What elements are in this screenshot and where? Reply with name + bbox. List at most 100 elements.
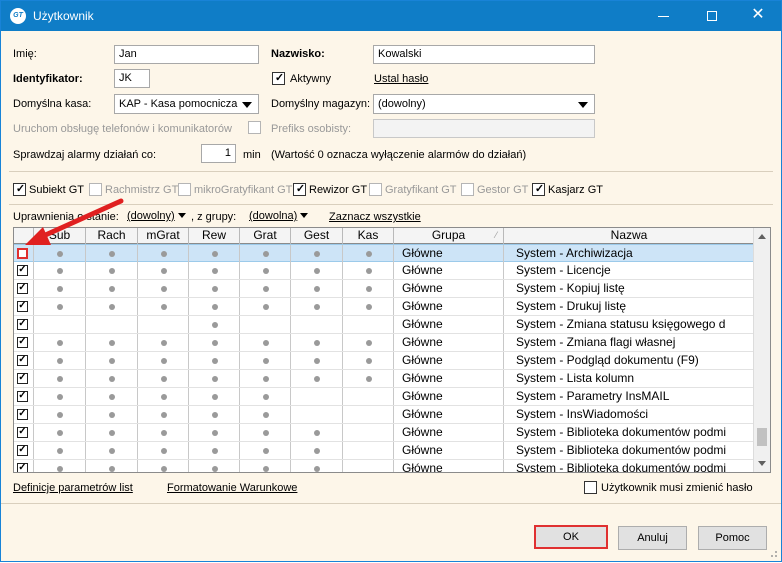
module-cell — [138, 262, 189, 279]
table-row[interactable]: ✓ Główne System - Parametry InsMAIL — [14, 388, 754, 406]
title-bar[interactable]: GT Użytkownik ✕ — [1, 1, 781, 31]
row-checkbox[interactable] — [17, 248, 28, 259]
table-row[interactable]: ✓ Główne System - Biblioteka dokumentów po… — [14, 424, 754, 442]
dropdown-arrow-icon — [300, 213, 309, 218]
module-cell — [34, 424, 86, 441]
active-checkbox[interactable]: ✓ — [272, 72, 285, 85]
module-cell — [34, 280, 86, 297]
default-cashbox-select[interactable]: KAP - Kasa pomocnicza — [114, 94, 259, 114]
column-header-mgrat[interactable]: mGrat — [138, 228, 189, 244]
availability-dot-icon — [366, 358, 372, 364]
column-header-check[interactable] — [14, 228, 34, 244]
availability-dot-icon — [314, 286, 320, 292]
module-label-rachmistrz: Rachmistrz GT — [105, 184, 179, 196]
column-header-sub[interactable]: Sub — [34, 228, 86, 244]
module-cell — [34, 352, 86, 369]
row-checkbox[interactable]: ✓ — [17, 408, 28, 420]
row-checkbox[interactable]: ✓ — [17, 390, 28, 402]
row-checkbox[interactable]: ✓ — [17, 300, 28, 312]
module-checkbox-gratyfikant[interactable] — [369, 183, 382, 196]
table-row[interactable]: ✓ Główne System - Kopiuj listę — [14, 280, 754, 298]
module-cell — [138, 370, 189, 387]
table-row[interactable]: ✓ Główne System - Zmiana flagi własnej — [14, 334, 754, 352]
row-checkbox[interactable]: ✓ — [17, 462, 28, 472]
first-name-input[interactable]: Jan — [114, 45, 259, 64]
column-header-rach[interactable]: Rach — [86, 228, 138, 244]
table-row[interactable]: ✓ Główne System - Drukuj listę — [14, 298, 754, 316]
maximize-button[interactable] — [689, 1, 735, 31]
column-header-rew[interactable]: Rew — [189, 228, 240, 244]
module-checkbox-mikrogratyfikant[interactable] — [178, 183, 191, 196]
module-checkbox-gestor[interactable] — [461, 183, 474, 196]
module-checkbox-subiekt[interactable]: ✓ — [13, 183, 26, 196]
minimize-button[interactable] — [641, 1, 687, 31]
close-button[interactable]: ✕ — [735, 1, 781, 31]
table-row[interactable]: ✓ Główne System - Lista kolumn — [14, 370, 754, 388]
module-cell — [138, 406, 189, 423]
set-password-link[interactable]: Ustal hasło — [374, 73, 428, 85]
last-name-input[interactable]: Kowalski — [373, 45, 595, 64]
row-checkbox[interactable]: ✓ — [17, 264, 28, 276]
module-checkbox-rewizor[interactable]: ✓ — [293, 183, 306, 196]
row-checkbox[interactable]: ✓ — [17, 372, 28, 384]
table-row[interactable]: ✓ Główne System - InsWiadomości — [14, 406, 754, 424]
identifier-input[interactable]: JK — [114, 69, 150, 88]
row-checkbox[interactable]: ✓ — [17, 354, 28, 366]
scroll-up-icon[interactable] — [758, 234, 766, 239]
module-cell — [240, 352, 291, 369]
group-filter-dropdown[interactable]: (dowolna) — [249, 210, 309, 222]
table-row[interactable]: ✓ Główne System - Licencje — [14, 262, 754, 280]
must-change-password-checkbox[interactable] — [584, 481, 597, 494]
module-checkbox-kasjarz[interactable]: ✓ — [532, 183, 545, 196]
column-header-gest[interactable]: Gest — [291, 228, 343, 244]
column-header-kas[interactable]: Kas — [343, 228, 394, 244]
module-cell — [291, 370, 343, 387]
group-cell: Główne — [394, 245, 504, 262]
telephony-checkbox[interactable] — [248, 121, 261, 134]
cancel-button[interactable]: Anuluj — [618, 526, 687, 550]
row-checkbox[interactable]: ✓ — [17, 282, 28, 294]
select-all-link[interactable]: Zaznacz wszystkie — [329, 211, 421, 223]
module-checkbox-rachmistrz[interactable] — [89, 183, 102, 196]
help-button[interactable]: Pomoc — [698, 526, 767, 550]
availability-dot-icon — [57, 251, 63, 257]
row-checkbox[interactable]: ✓ — [17, 318, 28, 330]
table-row[interactable]: Główne System - Archiwizacja — [14, 244, 754, 262]
module-cell — [138, 424, 189, 441]
column-header-grat[interactable]: Grat — [240, 228, 291, 244]
module-cell — [291, 245, 343, 262]
personal-prefix-input[interactable] — [373, 119, 595, 138]
checkmark-icon: ✓ — [18, 300, 27, 311]
module-cell — [240, 460, 291, 472]
scroll-down-icon[interactable] — [758, 461, 766, 466]
row-checkbox[interactable]: ✓ — [17, 444, 28, 456]
availability-dot-icon — [366, 268, 372, 274]
table-row[interactable]: ✓ Główne System - Biblioteka dokumentów po… — [14, 460, 754, 472]
grid-vertical-scrollbar[interactable] — [753, 228, 770, 472]
availability-dot-icon — [57, 340, 63, 346]
row-checkbox[interactable]: ✓ — [17, 336, 28, 348]
module-cell — [343, 424, 394, 441]
table-row[interactable]: ✓ Główne System - Podgląd dokumentu (F9) — [14, 352, 754, 370]
row-checkbox[interactable]: ✓ — [17, 426, 28, 438]
list-parameters-link[interactable]: Definicje parametrów list — [13, 482, 133, 494]
scrollbar-thumb[interactable] — [757, 428, 767, 446]
resize-grip-icon[interactable] — [768, 548, 778, 558]
close-icon: ✕ — [751, 6, 765, 23]
module-cell — [86, 352, 138, 369]
separator — [1, 503, 781, 504]
default-warehouse-select[interactable]: (dowolny) — [373, 94, 595, 114]
conditional-formatting-link[interactable]: Formatowanie Warunkowe — [167, 482, 297, 494]
ok-button[interactable]: OK — [534, 525, 608, 549]
state-filter-dropdown[interactable]: (dowolny) — [127, 210, 186, 222]
availability-dot-icon — [161, 376, 167, 382]
table-row[interactable]: ✓ Główne System - Zmiana statusu księgoweg… — [14, 316, 754, 334]
table-row[interactable]: ✓ Główne System - Biblioteka dokumentów po… — [14, 442, 754, 460]
availability-dot-icon — [109, 376, 115, 382]
alarms-interval-input[interactable]: 1 — [201, 144, 236, 163]
module-cell — [240, 245, 291, 262]
column-header-nazwa[interactable]: Nazwa — [504, 228, 754, 244]
module-cell — [189, 298, 240, 315]
column-header-grupa[interactable]: Grupa ⁄ — [394, 228, 504, 244]
module-cell — [86, 316, 138, 333]
